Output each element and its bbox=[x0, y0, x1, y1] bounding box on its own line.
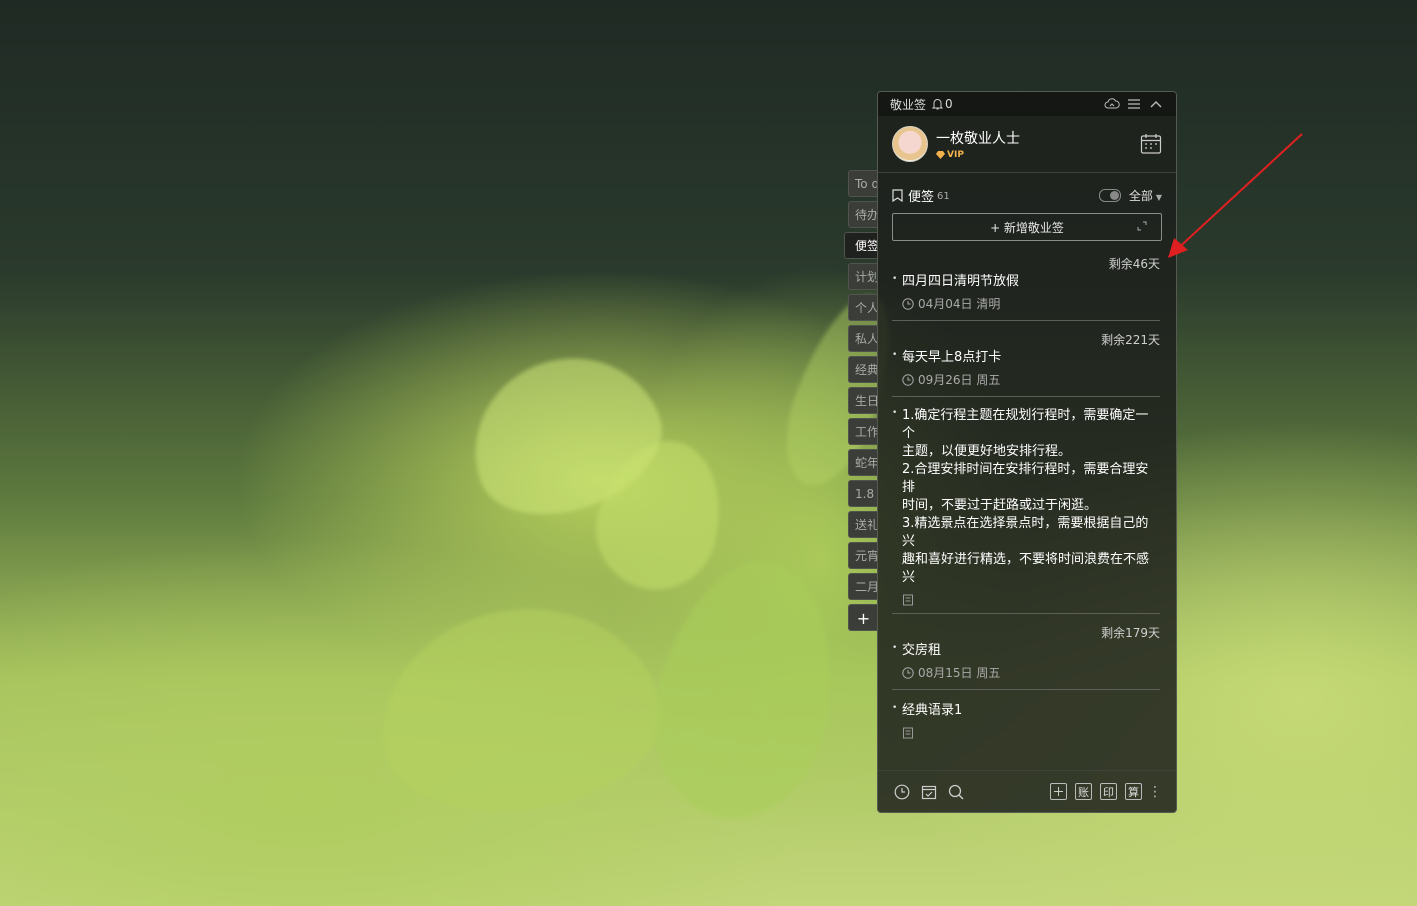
bell-icon bbox=[932, 99, 944, 110]
note-reminder: 08月15日 周五 bbox=[892, 664, 1160, 681]
menu-icon[interactable] bbox=[1126, 96, 1142, 112]
add-icon[interactable] bbox=[1050, 783, 1067, 800]
add-category-button[interactable]: + bbox=[848, 604, 878, 631]
notes-header: 便签 61 全部 ▼ bbox=[878, 177, 1176, 213]
vip-label: VIP bbox=[947, 150, 964, 160]
search-icon[interactable] bbox=[946, 782, 966, 802]
reminder-bell[interactable]: 0 bbox=[932, 97, 953, 111]
tab-february[interactable]: 二月 bbox=[848, 573, 878, 600]
days-remaining: 剩余179天 bbox=[1101, 626, 1160, 640]
tab-work[interactable]: 工作 bbox=[848, 418, 878, 445]
category-tabs: To d 待办 便签 计划 个人 私人 经典 生日 工作 蛇年 1.8 送礼 元… bbox=[844, 170, 878, 635]
reminder-date: 08月15日 周五 bbox=[918, 666, 1001, 680]
expand-icon[interactable] bbox=[1137, 221, 1147, 231]
note-title[interactable]: 经典语录1 bbox=[892, 699, 1160, 720]
user-profile: 一枚敬业人士 VIP bbox=[878, 116, 1176, 173]
tab-birthday[interactable]: 生日 bbox=[848, 387, 878, 414]
bell-count: 0 bbox=[945, 97, 953, 111]
avatar[interactable] bbox=[892, 126, 928, 162]
print-button[interactable]: 印 bbox=[1100, 783, 1117, 800]
clock-icon bbox=[902, 297, 914, 310]
list-item[interactable]: 剩余179天 交房租 08月15日 周五 bbox=[892, 624, 1160, 690]
notes-count: 61 bbox=[937, 191, 950, 202]
clock-icon bbox=[902, 373, 914, 386]
notes-panel: 敬业签 0 一枚敬业人士 VIP 便签 61 全部 ▼ + 新增敬业签 剩余46… bbox=[877, 91, 1177, 813]
background-leaf bbox=[367, 591, 673, 829]
tab-pending[interactable]: 待办 bbox=[848, 201, 878, 228]
more-options-icon[interactable]: ⋮ bbox=[1148, 785, 1162, 799]
list-item[interactable]: 剩余46天 四月四日清明节放假 04月04日 清明 bbox=[892, 255, 1160, 321]
tab-private[interactable]: 私人 bbox=[848, 325, 878, 352]
clock-icon[interactable] bbox=[892, 782, 912, 802]
notes-list: 剩余46天 四月四日清明节放假 04月04日 清明 剩余221天 每天早上8点打… bbox=[878, 255, 1176, 746]
reminder-date: 04月04日 清明 bbox=[918, 297, 1001, 311]
note-title[interactable]: 每天早上8点打卡 bbox=[892, 346, 1160, 367]
note-attachment bbox=[892, 591, 1160, 606]
checklist-icon[interactable] bbox=[919, 782, 939, 802]
filter-label: 全部 bbox=[1128, 188, 1153, 203]
user-name[interactable]: 一枚敬业人士 bbox=[936, 128, 1020, 148]
tab-gift[interactable]: 送礼 bbox=[848, 511, 878, 538]
filter-dropdown[interactable]: 全部 ▼ bbox=[1129, 187, 1162, 204]
title-bar: 敬业签 0 bbox=[878, 92, 1176, 116]
vip-badge: VIP bbox=[936, 150, 1020, 160]
tab-plan[interactable]: 计划 bbox=[848, 263, 878, 290]
tab-snake-year[interactable]: 蛇年 bbox=[848, 449, 878, 476]
collapse-icon[interactable] bbox=[1148, 96, 1164, 112]
tab-todo[interactable]: To d bbox=[848, 170, 878, 197]
tab-lantern[interactable]: 元宵 bbox=[848, 542, 878, 569]
note-title[interactable]: 交房租 bbox=[892, 639, 1160, 660]
annotation-arrow bbox=[1168, 133, 1303, 258]
tab-notes[interactable]: 便签 bbox=[844, 232, 878, 259]
bottom-toolbar: 账 印 算 ⋮ bbox=[878, 770, 1176, 812]
ledger-button[interactable]: 账 bbox=[1075, 783, 1092, 800]
note-title[interactable]: 四月四日清明节放假 bbox=[892, 270, 1160, 291]
list-item[interactable]: 剩余221天 每天早上8点打卡 09月26日 周五 bbox=[892, 331, 1160, 397]
add-note-label: + 新增敬业签 bbox=[990, 220, 1064, 235]
view-toggle[interactable] bbox=[1098, 188, 1121, 202]
diamond-icon bbox=[936, 151, 945, 159]
notes-label: 便签 bbox=[908, 189, 935, 205]
days-remaining: 剩余46天 bbox=[1108, 257, 1160, 271]
stamp-icon bbox=[903, 727, 913, 739]
stamp-icon bbox=[903, 594, 913, 606]
tab-classic[interactable]: 经典 bbox=[848, 356, 878, 383]
list-item[interactable]: 经典语录1 bbox=[892, 699, 1160, 746]
tab-1-8[interactable]: 1.8 bbox=[848, 480, 878, 507]
note-attachment bbox=[892, 724, 1160, 739]
days-remaining: 剩余221天 bbox=[1101, 333, 1160, 347]
calendar-icon[interactable] bbox=[1140, 133, 1162, 155]
add-note-button[interactable]: + 新增敬业签 bbox=[892, 213, 1162, 241]
tab-personal[interactable]: 个人 bbox=[848, 294, 878, 321]
note-title[interactable]: 1.确定行程主题在规划行程时，需要确定一个 主题，以便更好地安排行程。 2.合理… bbox=[892, 404, 1160, 587]
reminder-date: 09月26日 周五 bbox=[918, 373, 1001, 387]
background-leaf bbox=[634, 545, 856, 835]
app-title: 敬业签 bbox=[890, 97, 927, 112]
note-reminder: 04月04日 清明 bbox=[892, 295, 1160, 312]
cloud-sync-icon[interactable] bbox=[1104, 96, 1120, 112]
clock-icon bbox=[902, 666, 914, 679]
bookmark-icon bbox=[892, 188, 903, 202]
list-item[interactable]: 1.确定行程主题在规划行程时，需要确定一个 主题，以便更好地安排行程。 2.合理… bbox=[892, 404, 1160, 614]
note-reminder: 09月26日 周五 bbox=[892, 371, 1160, 388]
calculator-button[interactable]: 算 bbox=[1125, 783, 1142, 800]
